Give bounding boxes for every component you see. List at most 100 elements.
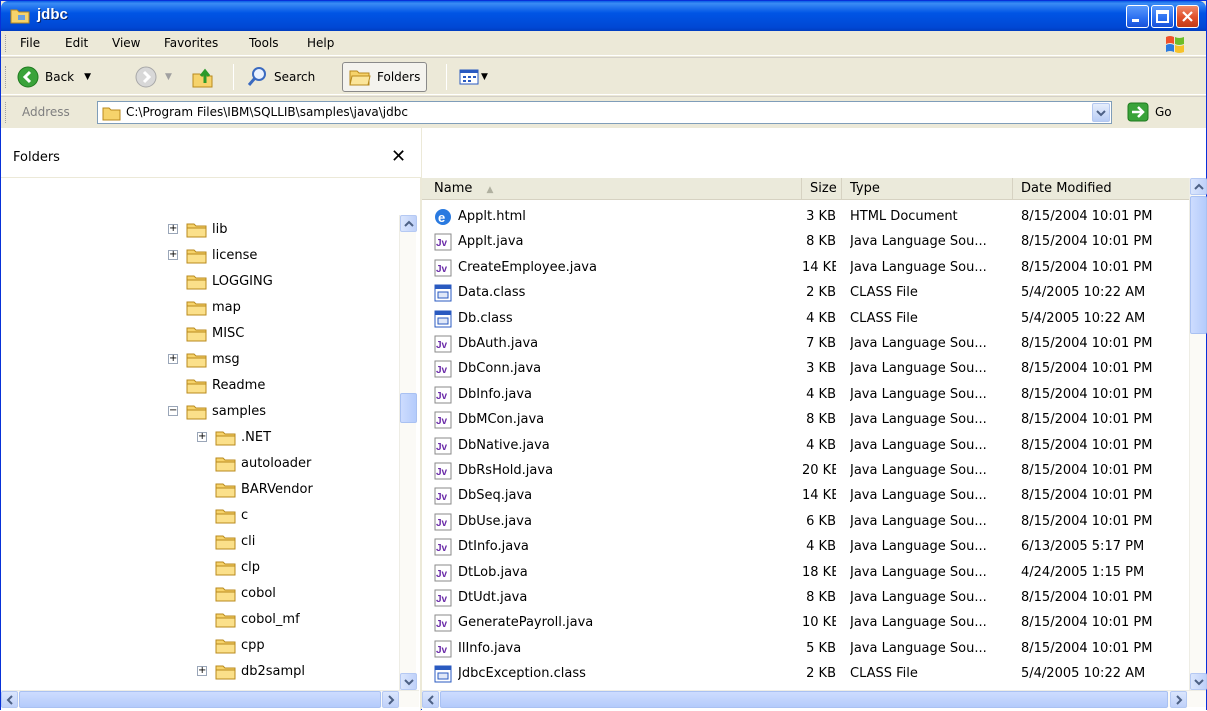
tree-item[interactable]: cpp [197, 632, 265, 658]
expand-icon[interactable]: + [168, 250, 178, 260]
expand-icon[interactable]: + [168, 224, 178, 234]
file-name: GeneratePayroll.java [458, 615, 594, 631]
column-header-type[interactable]: Type [842, 178, 1013, 200]
menu-edit[interactable]: Edit [65, 36, 88, 50]
tree-item[interactable]: Readme [168, 372, 265, 398]
file-row[interactable]: e Applt.html 3 KB HTML Document 8/15/2004 10… [422, 205, 1189, 230]
scroll-down-button[interactable] [1190, 673, 1207, 690]
menu-favorites[interactable]: Favorites [164, 36, 218, 50]
up-folder-button[interactable] [191, 63, 215, 91]
file-row[interactable]: Jv DbSeq.java 14 KB Java Language Sou... 8/1… [422, 484, 1189, 509]
column-header-size[interactable]: Size [802, 178, 842, 200]
collapse-icon[interactable]: − [168, 406, 178, 416]
address-dropdown-button[interactable] [1092, 103, 1110, 122]
folders-button[interactable]: Folders [342, 62, 428, 92]
file-row[interactable]: Jv GeneratePayroll.java 10 KB Java Language… [422, 611, 1189, 636]
expand-icon[interactable]: + [197, 666, 207, 676]
file-row[interactable]: Jv DtUdt.java 8 KB Java Language Sou... 8/15… [422, 586, 1189, 611]
title-bar[interactable]: jdbc [1, 1, 1206, 31]
tree-item[interactable]: map [168, 294, 241, 320]
file-row[interactable]: Jv DbInfo.java 4 KB Java Language Sou... 8/1… [422, 383, 1189, 408]
forward-dropdown-icon[interactable]: ▼ [165, 72, 172, 82]
folder-icon [186, 405, 207, 419]
svg-text:Jv: Jv [436, 340, 448, 351]
tree-item[interactable]: + db2sampl [197, 658, 305, 684]
folders-pane-close-button[interactable]: ✕ [391, 146, 406, 167]
up-folder-icon [192, 68, 213, 88]
file-row[interactable]: Jv DbUse.java 6 KB Java Language Sou... 8/15… [422, 510, 1189, 535]
maximize-button[interactable] [1151, 5, 1174, 28]
toolbar-grip[interactable] [5, 66, 8, 88]
scroll-right-button[interactable] [1170, 691, 1187, 708]
tree-item[interactable]: + license [168, 242, 257, 268]
menu-file[interactable]: File [20, 36, 40, 50]
menu-grip[interactable] [5, 35, 8, 52]
views-button[interactable]: ▼ [459, 63, 488, 91]
scroll-left-button[interactable] [1, 691, 18, 708]
tree-item[interactable]: cobol [197, 580, 276, 606]
tree-item[interactable]: autoloader [197, 450, 311, 476]
file-row[interactable]: Jv DbMCon.java 8 KB Java Language Sou... 8/1… [422, 408, 1189, 433]
file-name: Data.class [458, 285, 526, 301]
scroll-left-button[interactable] [422, 691, 439, 708]
file-row[interactable]: Jv CreateEmployee.java 14 KB Java Language … [422, 256, 1189, 281]
file-row[interactable]: Jv IlInfo.java 5 KB Java Language Sou... 8/1… [422, 637, 1189, 662]
file-row[interactable]: Data.class 2 KB CLASS File 5/4/2005 10:22 A… [422, 281, 1189, 306]
expand-icon[interactable]: + [197, 432, 207, 442]
tree-item[interactable]: MISC [168, 320, 244, 346]
file-name: DbAuth.java [458, 336, 539, 351]
file-row[interactable]: Jv DbNative.java 4 KB Java Language Sou... 8… [422, 434, 1189, 459]
list-horizontal-scrollbar[interactable] [422, 690, 1206, 708]
tree-item[interactable]: c [197, 502, 248, 528]
list-vertical-scrollbar[interactable] [1189, 178, 1207, 690]
file-row[interactable]: JdbcException.class 2 KB CLASS File 5/4/200… [422, 662, 1189, 687]
tree-item[interactable]: clp [197, 554, 260, 580]
address-grip[interactable] [5, 102, 8, 123]
file-row[interactable]: Jv DtInfo.java 4 KB Java Language Sou... 6/1… [422, 535, 1189, 560]
tree-item[interactable]: cli [197, 528, 255, 554]
file-row[interactable]: Jv DbConn.java 3 KB Java Language Sou... 8/1… [422, 357, 1189, 382]
chevron-down-icon [1096, 110, 1106, 117]
folders-vertical-scrollbar[interactable] [399, 215, 417, 690]
scroll-thumb[interactable] [19, 691, 381, 708]
search-button[interactable]: Search [246, 63, 315, 91]
tree-item[interactable]: + lib [168, 216, 227, 242]
file-row[interactable]: Jv DtLob.java 18 KB Java Language Sou... 4/2… [422, 561, 1189, 586]
scroll-right-button[interactable] [382, 691, 399, 708]
file-row[interactable]: Jv DbAuth.java 7 KB Java Language Sou... 8/1… [422, 332, 1189, 357]
file-row[interactable]: Jv Applt.java 8 KB Java Language Sou... 8/15… [422, 230, 1189, 255]
close-button[interactable] [1176, 5, 1199, 28]
svg-text:Jv: Jv [436, 365, 448, 376]
tree-item[interactable]: cobol_mf [197, 606, 300, 632]
address-input[interactable]: C:\Program Files\IBM\SQLLIB\samples\java… [97, 101, 1112, 124]
file-row[interactable]: Jv DbRsHold.java 20 KB Java Language Sou...… [422, 459, 1189, 484]
menu-tools[interactable]: Tools [249, 36, 279, 50]
tree-item[interactable]: LOGGING [168, 268, 273, 294]
scroll-thumb[interactable] [400, 393, 417, 423]
scroll-thumb[interactable] [440, 691, 1168, 708]
tree-item[interactable]: BARVendor [197, 476, 313, 502]
file-size: 6 KB [806, 513, 836, 529]
minimize-button[interactable] [1126, 5, 1149, 28]
folders-horizontal-scrollbar[interactable] [1, 690, 419, 708]
scroll-thumb[interactable] [1190, 196, 1207, 334]
expand-icon[interactable]: + [168, 354, 178, 364]
forward-button[interactable]: ▼ [135, 63, 172, 91]
column-header-name[interactable]: Name ▲ [422, 178, 802, 200]
tree-item[interactable]: + msg [168, 346, 240, 372]
scroll-down-button[interactable] [400, 673, 417, 690]
menu-help[interactable]: Help [307, 36, 334, 50]
column-header-date[interactable]: Date Modified [1013, 178, 1189, 200]
tree-item[interactable]: − samples [168, 398, 266, 424]
back-dropdown-icon[interactable]: ▼ [84, 72, 91, 82]
back-button[interactable]: Back ▼ [17, 63, 91, 91]
scroll-up-button[interactable] [400, 215, 417, 232]
java-icon: Jv [434, 564, 452, 582]
file-size: 2 KB [806, 666, 836, 682]
file-date: 5/4/2005 10:22 AM [1021, 666, 1146, 682]
menu-view[interactable]: View [112, 36, 140, 50]
tree-item[interactable]: + .NET [197, 424, 271, 450]
file-row[interactable]: Db.class 4 KB CLASS File 5/4/2005 10:22 AM [422, 307, 1189, 332]
go-button[interactable]: Go [1127, 102, 1172, 122]
scroll-up-button[interactable] [1190, 178, 1207, 195]
